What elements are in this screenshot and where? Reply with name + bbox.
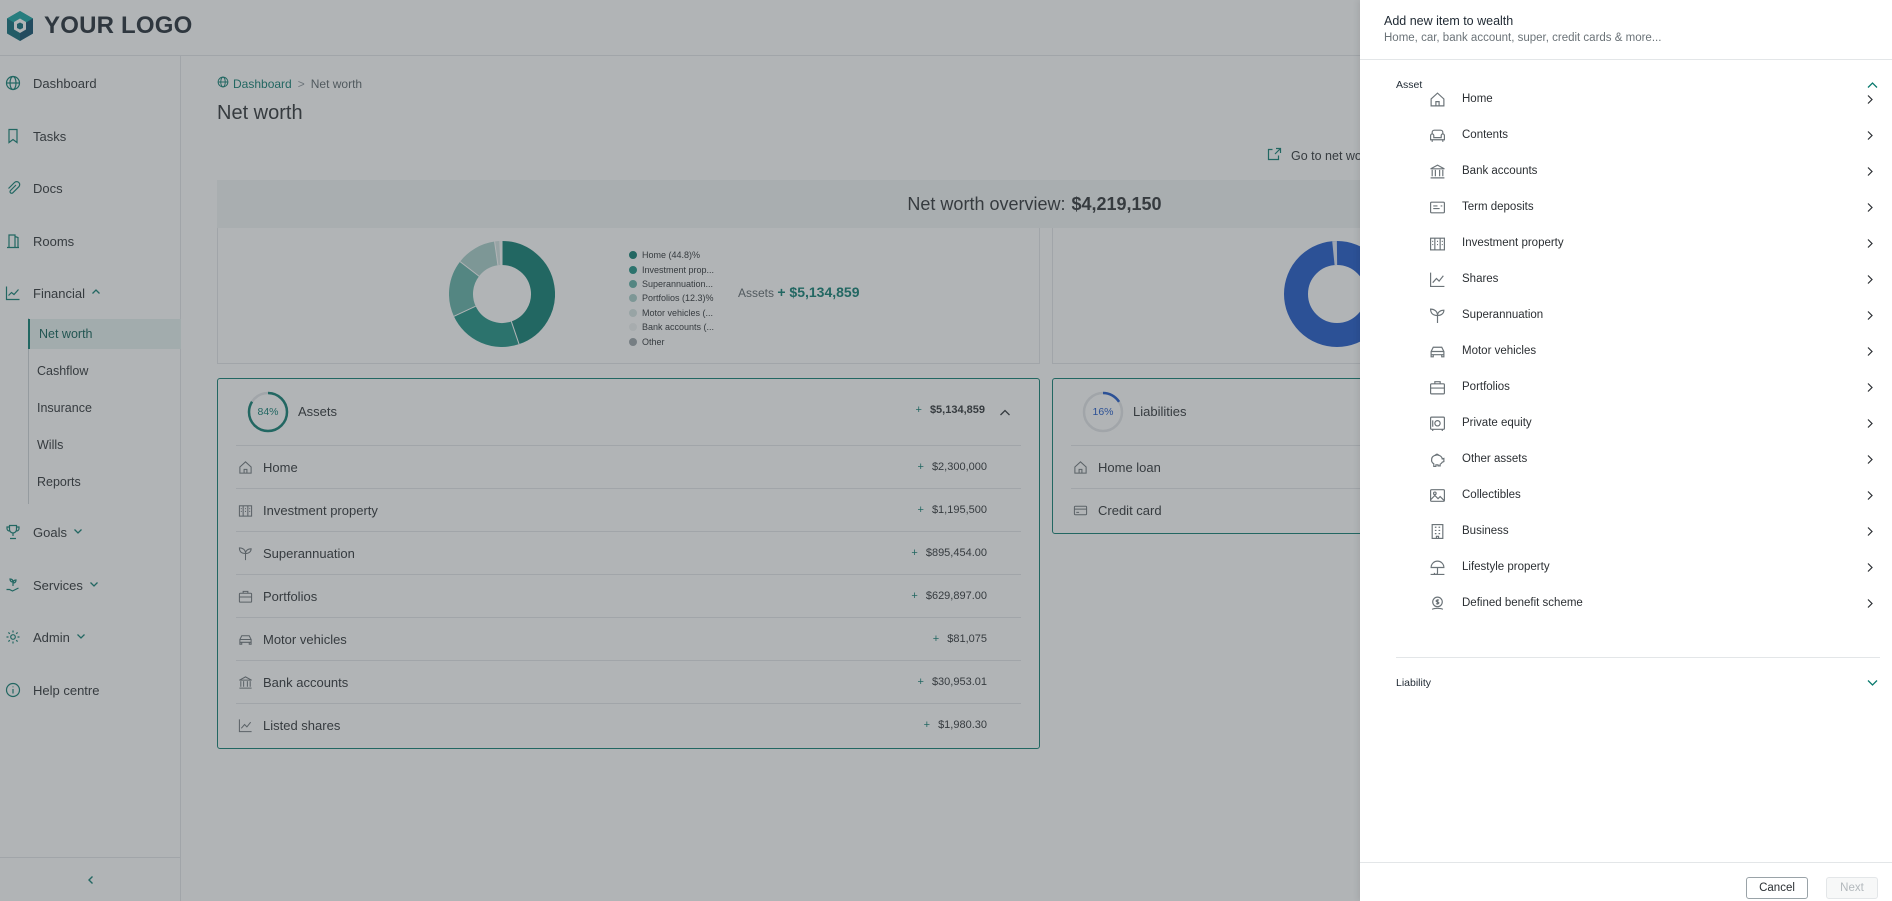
chevron-right-icon xyxy=(1866,120,1874,150)
building-icon xyxy=(1428,234,1446,252)
asset-option-label: Defined benefit scheme xyxy=(1462,597,1583,609)
asset-option-label: Lifestyle property xyxy=(1462,561,1550,573)
chevron-right-icon xyxy=(1866,336,1874,366)
asset-option-shares[interactable]: Shares xyxy=(1428,264,1880,294)
asset-option-label: Contents xyxy=(1462,129,1509,141)
asset-option-contents[interactable]: Contents xyxy=(1428,120,1880,150)
liability-section-label: Liability xyxy=(1396,677,1432,689)
cancel-button[interactable]: Cancel xyxy=(1746,877,1808,899)
asset-option-label: Motor vehicles xyxy=(1462,345,1537,357)
chevron-right-icon xyxy=(1866,156,1874,186)
asset-option-lifestyle-property[interactable]: Lifestyle property xyxy=(1428,552,1880,582)
asset-option-label: Investment property xyxy=(1462,237,1564,249)
chevron-right-icon xyxy=(1866,192,1874,222)
chevron-right-icon xyxy=(1866,264,1874,294)
drawer-subtitle: Home, car, bank account, super, credit c… xyxy=(1384,32,1662,44)
umbrella-icon xyxy=(1428,558,1446,576)
asset-option-home[interactable]: Home xyxy=(1428,84,1880,114)
asset-option-investment-property[interactable]: Investment property xyxy=(1428,228,1880,258)
asset-option-motor-vehicles[interactable]: Motor vehicles xyxy=(1428,336,1880,366)
asset-option-portfolios[interactable]: Portfolios xyxy=(1428,372,1880,402)
home-icon xyxy=(1428,90,1446,108)
asset-option-label: Shares xyxy=(1462,273,1499,285)
asset-option-label: Bank accounts xyxy=(1462,165,1538,177)
office-icon xyxy=(1428,522,1446,540)
asset-option-private-equity[interactable]: Private equity xyxy=(1428,408,1880,438)
chevron-right-icon xyxy=(1866,516,1874,546)
chevron-right-icon xyxy=(1866,552,1874,582)
chevron-right-icon xyxy=(1866,444,1874,474)
asset-option-collectibles[interactable]: Collectibles xyxy=(1428,480,1880,510)
drawer-footer: Cancel Next xyxy=(1360,862,1892,901)
next-button[interactable]: Next xyxy=(1826,877,1878,899)
safe-icon xyxy=(1428,414,1446,432)
drawer-header: Add new item to wealth Home, car, bank a… xyxy=(1360,0,1892,60)
chevron-right-icon xyxy=(1866,372,1874,402)
chevron-right-icon xyxy=(1866,228,1874,258)
chevron-right-icon xyxy=(1866,588,1874,618)
asset-option-label: Business xyxy=(1462,525,1509,537)
asset-option-other-assets[interactable]: Other assets xyxy=(1428,444,1880,474)
briefcase-icon xyxy=(1428,378,1446,396)
asset-option-label: Home xyxy=(1462,93,1493,105)
chart-line-icon xyxy=(1428,270,1446,288)
certificate-icon xyxy=(1428,198,1446,216)
sprout-icon xyxy=(1428,306,1446,324)
chevron-right-icon xyxy=(1866,408,1874,438)
liability-section-toggle[interactable]: Liability xyxy=(1396,673,1880,693)
asset-option-label: Superannuation xyxy=(1462,309,1544,321)
bank-icon xyxy=(1428,162,1446,180)
piggy-bank-icon xyxy=(1428,450,1446,468)
chevron-right-icon xyxy=(1866,300,1874,330)
chevron-right-icon xyxy=(1866,84,1874,114)
asset-option-superannuation[interactable]: Superannuation xyxy=(1428,300,1880,330)
asset-option-label: Term deposits xyxy=(1462,201,1534,213)
benefit-icon xyxy=(1428,594,1446,612)
sofa-icon xyxy=(1428,126,1446,144)
chevron-right-icon xyxy=(1866,480,1874,510)
drawer-title: Add new item to wealth xyxy=(1384,14,1514,28)
asset-option-term-deposits[interactable]: Term deposits xyxy=(1428,192,1880,222)
asset-option-label: Private equity xyxy=(1462,417,1532,429)
asset-option-business[interactable]: Business xyxy=(1428,516,1880,546)
asset-option-defined-benefit-scheme[interactable]: Defined benefit scheme xyxy=(1428,588,1880,618)
section-divider xyxy=(1396,657,1880,658)
asset-option-label: Collectibles xyxy=(1462,489,1521,501)
image-icon xyxy=(1428,486,1446,504)
chevron-down-icon xyxy=(1864,673,1880,693)
asset-option-label: Portfolios xyxy=(1462,381,1510,393)
asset-section-label: Asset xyxy=(1396,79,1423,91)
add-wealth-item-drawer: Add new item to wealth Home, car, bank a… xyxy=(1360,0,1892,901)
car-icon xyxy=(1428,342,1446,360)
asset-option-bank-accounts[interactable]: Bank accounts xyxy=(1428,156,1880,186)
asset-option-label: Other assets xyxy=(1462,453,1528,465)
